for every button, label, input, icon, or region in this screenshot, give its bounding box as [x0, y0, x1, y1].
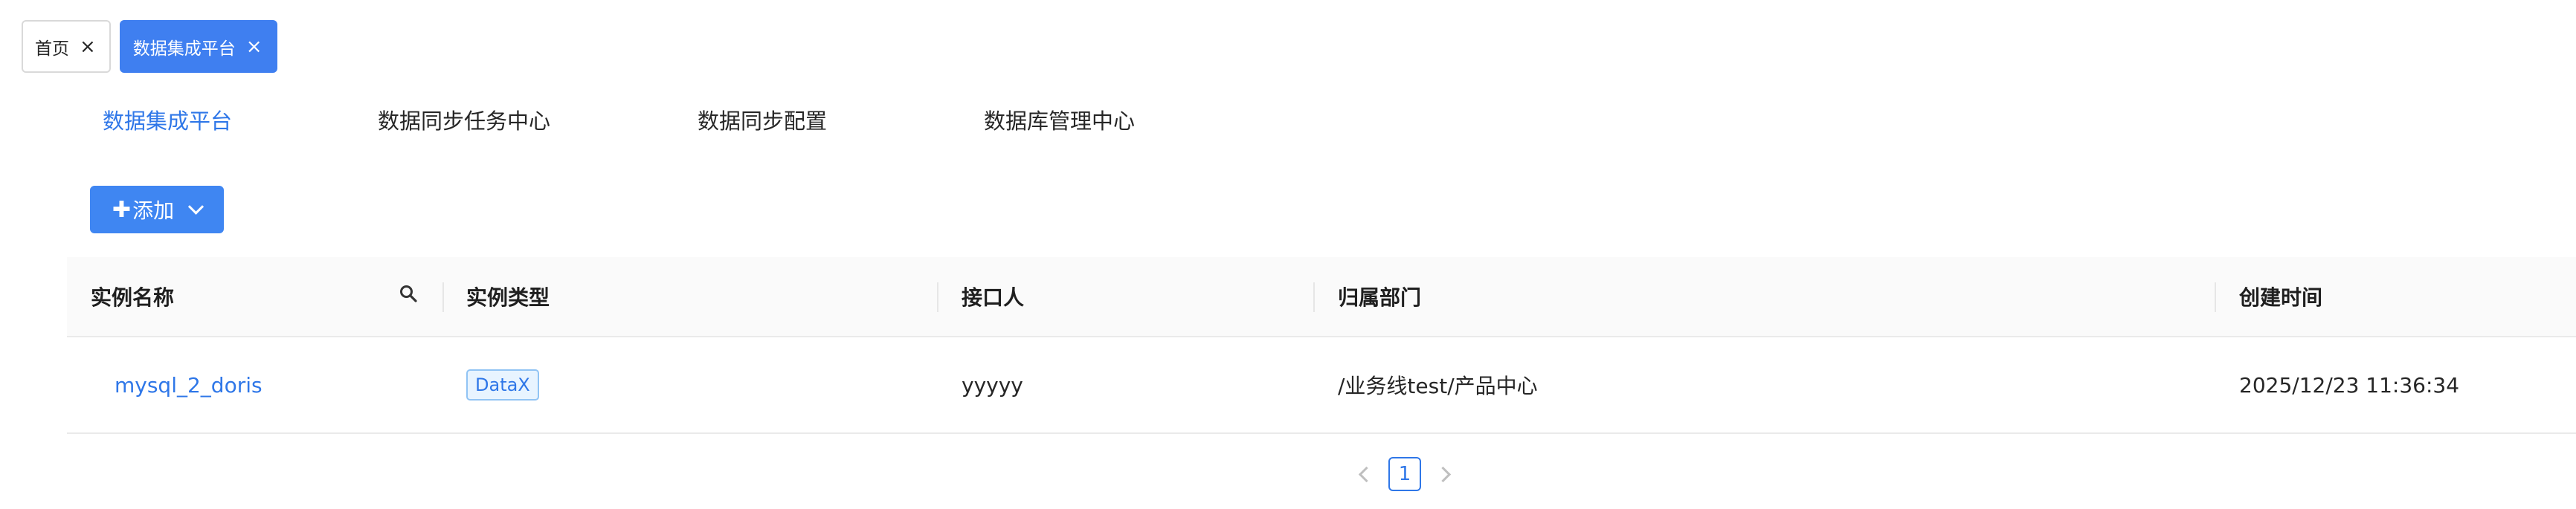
chevron-right-icon[interactable] — [1434, 466, 1452, 482]
add-button-label: 添加 — [132, 198, 175, 223]
pagination: 1 — [1358, 455, 1452, 493]
close-icon[interactable]: × — [80, 37, 96, 56]
column-header-department: 归属部门 — [1338, 285, 1422, 310]
column-header-contact: 接口人 — [962, 285, 1025, 310]
column-divider — [2215, 282, 2216, 312]
page-tab-data-integration[interactable]: 数据集成平台 × — [119, 20, 277, 73]
department-cell: /业务线test/产品中心 — [1338, 374, 1538, 398]
subnav-item-sync-config[interactable]: 数据同步配置 — [698, 104, 827, 135]
instance-type-cell: DataX — [466, 337, 539, 432]
instance-table: 实例名称 实例类型 接口人 归属部门 创建时间 mysql_2_doris Da… — [67, 257, 2576, 434]
chevron-left-icon[interactable] — [1358, 466, 1375, 482]
page-tabs-bar: 首页 × 数据集成平台 × — [22, 20, 277, 74]
subnav-item-db-management[interactable]: 数据库管理中心 — [984, 104, 1135, 135]
column-header-name: 实例名称 — [91, 285, 175, 310]
subnav-item-platform[interactable]: 数据集成平台 — [103, 104, 232, 135]
column-divider — [937, 282, 938, 312]
contact-cell: yyyyy — [962, 372, 1023, 398]
subnav-item-sync-task-center[interactable]: 数据同步任务中心 — [378, 104, 550, 135]
chevron-down-icon — [187, 198, 205, 215]
page-tab-label: 首页 — [35, 39, 69, 59]
page-tab-home[interactable]: 首页 × — [22, 20, 111, 73]
instance-name-link[interactable]: mysql_2_doris — [115, 337, 263, 432]
add-button[interactable]: ✚ 添加 — [90, 186, 224, 233]
table-row: mysql_2_doris DataX yyyyy /业务线test/产品中心 … — [67, 337, 2576, 434]
page-tab-label: 数据集成平台 — [132, 39, 236, 59]
created-time-cell: 2025/12/23 11:36:34 — [2239, 372, 2460, 398]
plus-icon: ✚ — [112, 196, 132, 223]
column-divider — [442, 282, 444, 312]
search-icon[interactable] — [399, 284, 418, 306]
page-number-button[interactable]: 1 — [1388, 457, 1421, 491]
table-header: 实例名称 实例类型 接口人 归属部门 创建时间 — [67, 257, 2576, 337]
instance-type-tag: DataX — [466, 369, 539, 401]
column-header-created: 创建时间 — [2239, 285, 2323, 310]
column-header-type: 实例类型 — [466, 285, 550, 310]
close-icon[interactable]: × — [246, 37, 263, 56]
column-divider — [1313, 282, 1315, 312]
